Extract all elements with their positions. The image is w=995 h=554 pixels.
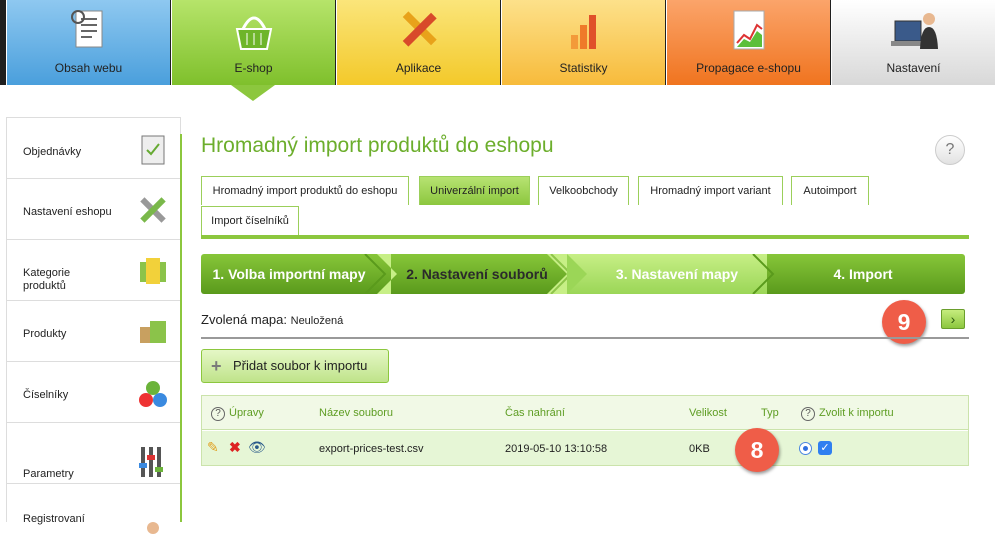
tab-hromadny-import-variant[interactable]: Hromadný import variant	[638, 176, 783, 205]
nav-tab-label: Nastavení	[886, 61, 941, 75]
help-icon[interactable]: ?	[211, 407, 225, 421]
sidebar-item-nastaveni-eshopu[interactable]: Nastavení eshopu	[7, 179, 180, 240]
document-list-icon	[71, 10, 103, 48]
boxes-icon	[140, 321, 166, 343]
view-eye-icon[interactable]: 👁	[248, 439, 266, 456]
sidebar-item-objednavky[interactable]: Objednávky	[7, 118, 180, 179]
content-divider	[180, 134, 182, 522]
nav-tab-nastaveni[interactable]: Nastavení	[831, 0, 995, 85]
file-size: 0KB	[689, 443, 710, 455]
sidebar: Objednávky Nastavení eshopu Kategorie pr…	[6, 117, 181, 534]
bar-chart-icon	[571, 15, 596, 49]
sidebar-item-label: Produkty	[23, 328, 67, 340]
sliders-icon	[139, 447, 163, 477]
delete-icon[interactable]: ✖	[229, 439, 241, 456]
sidebar-item-kategorie[interactable]: Kategorie produktů	[7, 240, 180, 301]
step-separators	[364, 254, 775, 294]
clipboard-icon	[141, 135, 165, 165]
tab-import-ciselniku[interactable]: Import číselníků	[201, 206, 299, 235]
selected-map-value: Neuložená	[290, 315, 344, 327]
header-size: Velikost	[689, 407, 727, 419]
users-icon	[147, 522, 159, 534]
selected-map: Zvolená mapa: Neuložená	[201, 312, 343, 327]
help-button[interactable]: ?	[935, 135, 965, 165]
table-row: ✎ ✖ 👁 export-prices-test.csv 2019-05-10 …	[202, 431, 968, 465]
header-name: Název souboru	[319, 407, 393, 419]
choose-import-checkbox[interactable]: ✓	[818, 441, 832, 455]
nav-tab-propagace[interactable]: Propagace e-shopu	[666, 0, 830, 85]
nav-tab-aplikace[interactable]: Aplikace	[336, 0, 500, 85]
help-icon[interactable]: ?	[801, 407, 815, 421]
wrench-screwdriver-icon	[140, 197, 166, 223]
add-file-label: Přidat soubor k importu	[233, 358, 368, 373]
nav-tab-label: E-shop	[234, 61, 273, 75]
upload-time: 2019-05-10 13:10:58	[505, 443, 608, 455]
selected-map-label: Zvolená mapa:	[201, 312, 287, 327]
sidebar-item-label: Objednávky	[23, 146, 82, 158]
add-file-button[interactable]: + Přidat soubor k importu	[201, 349, 389, 383]
tab-velkoobchody[interactable]: Velkoobchody	[538, 176, 629, 205]
sidebar-item-label: Kategorie produktů	[23, 267, 71, 292]
sidebar-item-produkty[interactable]: Produkty	[7, 301, 180, 362]
header-time: Čas nahrání	[505, 407, 565, 419]
type-radio[interactable]	[799, 442, 812, 455]
nav-tab-label: Propagace e-shopu	[696, 61, 801, 75]
page-title: Hromadný import produktů do eshopu	[201, 134, 554, 157]
table-header: ? Úpravy Název souboru Čas nahrání Veliko…	[202, 396, 968, 430]
nav-tab-label: Obsah webu	[54, 61, 123, 75]
nav-tab-e-shop[interactable]: E-shop	[171, 0, 335, 85]
wizard-steps: 1. Volba importní mapy 2. Nastavení soub…	[201, 254, 965, 294]
user-computer-icon	[891, 13, 938, 49]
sidebar-item-ciselniky[interactable]: Číselníky	[7, 362, 180, 423]
plus-icon: +	[211, 356, 222, 376]
top-navigation: Obsah webu E-shop Aplikace Statistiky Pr…	[0, 0, 995, 85]
header-edits: ? Úpravy	[211, 407, 264, 421]
section-divider	[201, 337, 969, 339]
tab-autoimport[interactable]: Autoimport	[791, 176, 869, 205]
tab-univerzalni-import[interactable]: Univerzální import	[419, 176, 530, 205]
nav-tab-label: Aplikace	[395, 61, 442, 75]
header-choose: ? Zvolit k importu	[801, 407, 894, 421]
file-name: export-prices-test.csv	[319, 443, 424, 455]
line-chart-icon	[733, 10, 765, 50]
files-table: ? Úpravy Název souboru Čas nahrání Veliko…	[201, 395, 969, 466]
sidebar-item-parametry[interactable]: Parametry	[7, 423, 180, 484]
sidebar-item-label: Číselníky	[23, 389, 69, 401]
sidebar-item-label: Nastavení eshopu	[23, 206, 112, 218]
annotation-badge-8: 8	[735, 428, 779, 472]
nav-tab-label: Statistiky	[559, 61, 608, 75]
header-type: Typ	[761, 407, 779, 419]
edit-pencil-icon[interactable]: ✎	[207, 439, 219, 456]
folder-icon	[140, 258, 166, 284]
sidebar-item-label: Parametry	[23, 468, 74, 480]
tools-icon	[402, 11, 437, 47]
active-nav-pointer	[231, 85, 275, 101]
sidebar-item-label: Registrovaní	[23, 513, 85, 525]
nav-tab-obsah-webu[interactable]: Obsah webu	[6, 0, 170, 85]
next-step-button[interactable]: ›	[941, 309, 965, 329]
nav-tab-statistiky[interactable]: Statistiky	[501, 0, 665, 85]
sidebar-item-registrovani[interactable]: Registrovaní	[7, 484, 180, 545]
tab-hromadny-import[interactable]: Hromadný import produktů do eshopu	[201, 176, 409, 205]
numbers-icon	[139, 381, 167, 407]
basket-icon	[235, 16, 273, 50]
tab-underline	[201, 235, 969, 239]
